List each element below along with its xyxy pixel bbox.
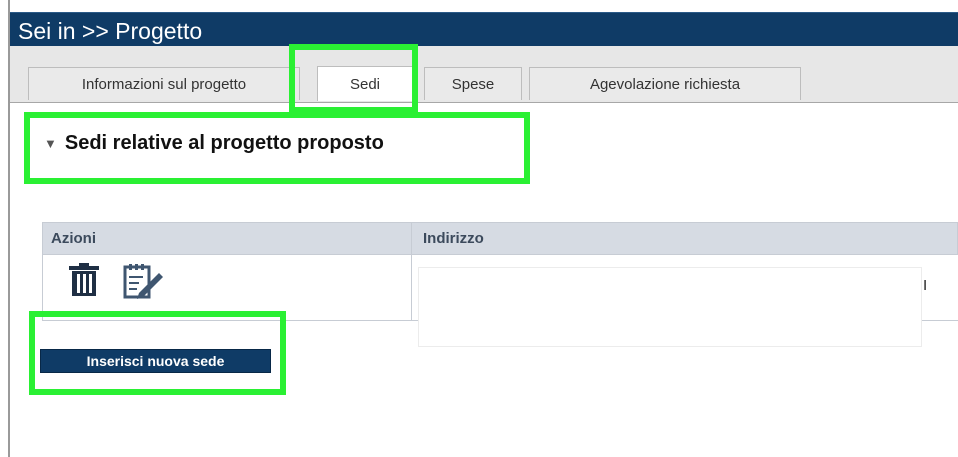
- section-title-text: Sedi relative al progetto proposto: [64, 132, 384, 154]
- section-header[interactable]: ▼ Sedi relative al progetto proposto: [44, 132, 384, 155]
- table-header: Azioni Indirizzo: [42, 222, 958, 255]
- tab-informazioni-progetto[interactable]: Informazioni sul progetto: [28, 67, 300, 100]
- tab-bar: Informazioni sul progetto Sedi Spese Age…: [10, 46, 958, 103]
- tab-spese[interactable]: Spese: [424, 67, 522, 100]
- page-title: Sei in >> Progetto: [18, 18, 203, 44]
- address-cell-redacted: [418, 267, 922, 347]
- row-column-divider: [411, 255, 412, 321]
- tab-sedi[interactable]: Sedi: [317, 66, 413, 101]
- tab-agevolazione-richiesta[interactable]: Agevolazione richiesta: [529, 67, 801, 100]
- breadcrumb-header: Sei in >> Progetto: [10, 12, 958, 47]
- collapse-triangle-icon[interactable]: ▼: [44, 136, 57, 151]
- column-divider: [411, 223, 412, 254]
- column-header-address: Indirizzo: [423, 230, 484, 247]
- add-sede-button[interactable]: Inserisci nuova sede: [40, 349, 271, 373]
- edit-icon[interactable]: [123, 263, 163, 304]
- column-header-actions: Azioni: [51, 230, 96, 247]
- address-value: I: [923, 277, 928, 294]
- trash-icon[interactable]: [67, 263, 101, 302]
